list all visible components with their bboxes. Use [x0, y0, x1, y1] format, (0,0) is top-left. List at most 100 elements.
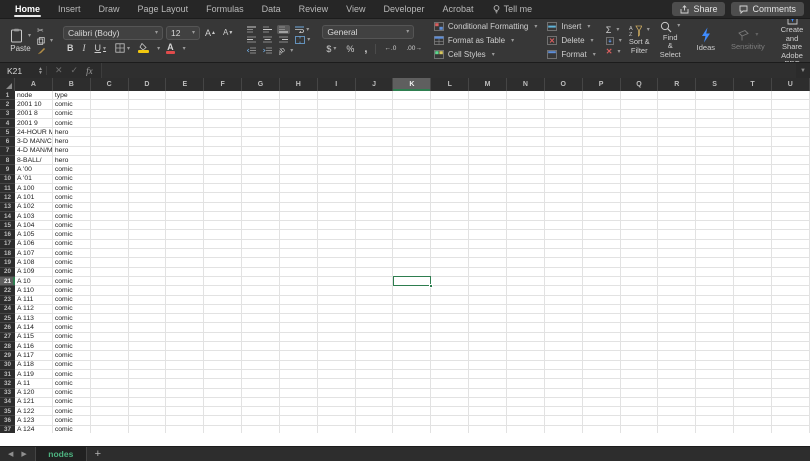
cell-J6[interactable]: [355, 137, 394, 147]
cell-T29[interactable]: [734, 351, 772, 361]
column-header-F[interactable]: F: [204, 78, 243, 91]
column-header-M[interactable]: M: [469, 78, 507, 91]
cell-O10[interactable]: [544, 174, 583, 184]
cell-O5[interactable]: [544, 128, 583, 138]
cell-E14[interactable]: [166, 211, 205, 222]
cell-P1[interactable]: [582, 91, 621, 101]
cell-I22[interactable]: [317, 286, 356, 296]
cell-H11[interactable]: [279, 183, 318, 194]
row-header-24[interactable]: 24: [0, 304, 15, 315]
cell-H7[interactable]: [279, 146, 318, 157]
cell-E12[interactable]: [166, 193, 205, 203]
cell-K37[interactable]: [393, 425, 432, 433]
cell-A13[interactable]: A 102: [15, 202, 53, 212]
cell-G15[interactable]: [242, 221, 280, 231]
cell-T12[interactable]: [734, 193, 772, 203]
cell-C32[interactable]: [90, 379, 129, 389]
cell-E2[interactable]: [166, 100, 205, 110]
cell-A10[interactable]: A '01: [15, 174, 53, 184]
cell-R24[interactable]: [658, 304, 697, 315]
cell-P23[interactable]: [582, 295, 621, 305]
cell-A35[interactable]: A 122: [15, 407, 53, 417]
cell-K22[interactable]: [393, 286, 432, 296]
cell-S30[interactable]: [696, 360, 735, 370]
cell-E16[interactable]: [166, 230, 205, 240]
cell-P4[interactable]: [582, 118, 621, 129]
row-header-7[interactable]: 7: [0, 146, 15, 157]
row-header-30[interactable]: 30: [0, 360, 15, 370]
cell-S14[interactable]: [696, 211, 735, 222]
cell-C10[interactable]: [90, 174, 129, 184]
cell-F9[interactable]: [204, 165, 243, 175]
cell-P20[interactable]: [582, 267, 621, 277]
cell-Q16[interactable]: [620, 230, 659, 240]
cell-O7[interactable]: [544, 146, 583, 157]
cell-S2[interactable]: [696, 100, 735, 110]
cell-P3[interactable]: [582, 109, 621, 119]
cell-K17[interactable]: [393, 239, 432, 250]
cell-E4[interactable]: [166, 118, 205, 129]
cell-T25[interactable]: [734, 314, 772, 324]
cell-U17[interactable]: [771, 239, 810, 250]
cell-R29[interactable]: [658, 351, 697, 361]
cell-J7[interactable]: [355, 146, 394, 157]
cell-R27[interactable]: [658, 332, 697, 343]
cell-U1[interactable]: [771, 91, 810, 101]
cell-U28[interactable]: [771, 342, 810, 352]
cell-U19[interactable]: [771, 258, 810, 268]
column-header-D[interactable]: D: [129, 78, 167, 91]
cell-H4[interactable]: [279, 118, 318, 129]
menu-tab-formulas[interactable]: Formulas: [197, 0, 253, 18]
cell-F21[interactable]: [204, 276, 243, 287]
cell-F17[interactable]: [204, 239, 243, 250]
cell-K11[interactable]: [393, 183, 432, 194]
cell-G5[interactable]: [242, 128, 280, 138]
cell-E34[interactable]: [166, 397, 205, 408]
cell-L17[interactable]: [431, 239, 470, 250]
cell-T22[interactable]: [734, 286, 772, 296]
cell-F32[interactable]: [204, 379, 243, 389]
cell-S5[interactable]: [696, 128, 735, 138]
cell-Q12[interactable]: [620, 193, 659, 203]
cell-C13[interactable]: [90, 202, 129, 212]
cell-J20[interactable]: [355, 267, 394, 277]
cell-P2[interactable]: [582, 100, 621, 110]
row-header-34[interactable]: 34: [0, 397, 15, 408]
cell-F7[interactable]: [204, 146, 243, 157]
cell-O15[interactable]: [544, 221, 583, 231]
cell-C20[interactable]: [90, 267, 129, 277]
cell-D15[interactable]: [128, 221, 167, 231]
cell-T33[interactable]: [734, 388, 772, 398]
cell-L33[interactable]: [431, 388, 470, 398]
cell-I33[interactable]: [317, 388, 356, 398]
cell-G1[interactable]: [242, 91, 280, 101]
column-header-U[interactable]: U: [772, 78, 810, 91]
cell-H25[interactable]: [279, 314, 318, 324]
cell-N10[interactable]: [506, 174, 545, 184]
underline-button[interactable]: U ▾: [93, 42, 109, 54]
cell-K2[interactable]: [393, 100, 432, 110]
cell-U22[interactable]: [771, 286, 810, 296]
cell-N11[interactable]: [506, 183, 545, 194]
cell-L14[interactable]: [431, 211, 470, 222]
cell-C6[interactable]: [90, 137, 129, 147]
cell-C30[interactable]: [90, 360, 129, 370]
cell-F12[interactable]: [204, 193, 243, 203]
cell-B31[interactable]: comic: [52, 369, 91, 380]
cell-N7[interactable]: [506, 146, 545, 157]
cell-Q29[interactable]: [620, 351, 659, 361]
cell-C14[interactable]: [90, 211, 129, 222]
cell-G36[interactable]: [242, 416, 280, 426]
cell-E33[interactable]: [166, 388, 205, 398]
cell-D18[interactable]: [128, 249, 167, 259]
fill-color-button[interactable]: [137, 42, 150, 54]
cell-C16[interactable]: [90, 230, 129, 240]
row-header-6[interactable]: 6: [0, 137, 15, 147]
column-header-S[interactable]: S: [696, 78, 735, 91]
cell-A5[interactable]: 24-HOUR M/: [15, 128, 53, 138]
cell-T37[interactable]: [734, 425, 772, 433]
cell-Q25[interactable]: [620, 314, 659, 324]
cell-O14[interactable]: [544, 211, 583, 222]
cell-G14[interactable]: [242, 211, 280, 222]
cell-L26[interactable]: [431, 323, 470, 333]
